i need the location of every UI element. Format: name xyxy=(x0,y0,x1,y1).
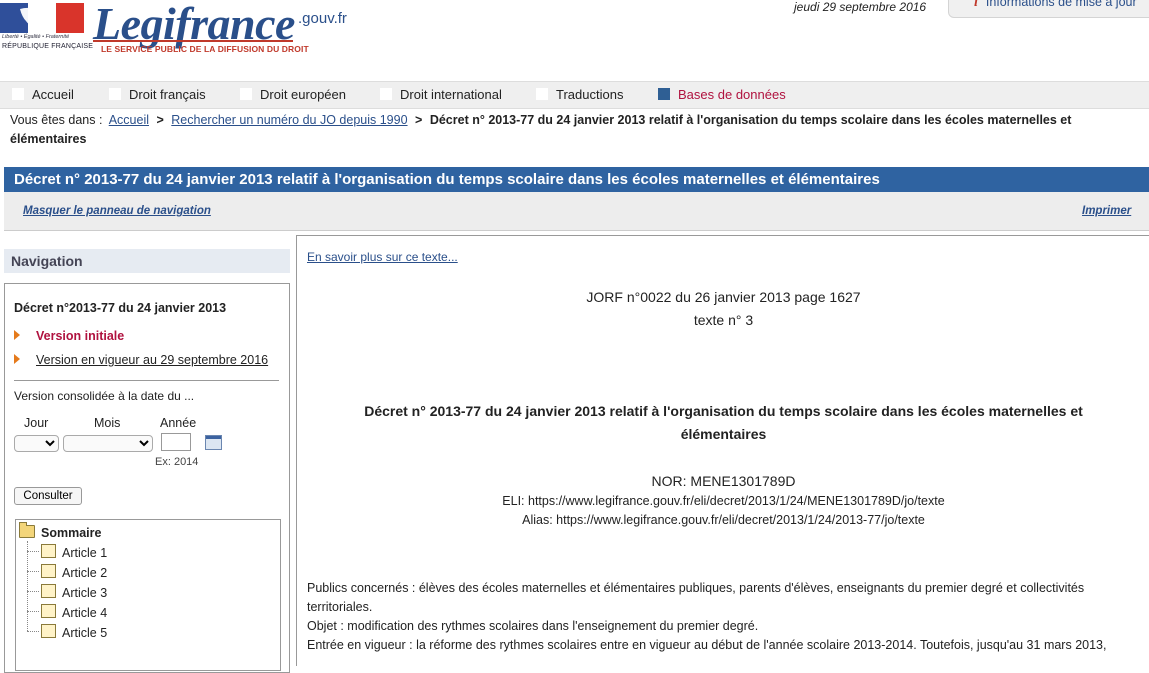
year-label: Année xyxy=(160,416,197,430)
entree-en-vigueur-paragraph: Entrée en vigueur : la réforme des rythm… xyxy=(307,638,1107,652)
year-example: Ex: 2014 xyxy=(155,456,199,468)
calendar-icon[interactable] xyxy=(205,435,222,450)
page-title: Décret n° 2013-77 du 24 janvier 2013 rel… xyxy=(4,167,1149,192)
menu-square-icon xyxy=(12,88,24,100)
update-info-tab[interactable]: i Informations de mise à jour xyxy=(948,0,1149,18)
breadcrumb-separator: > xyxy=(415,113,423,127)
jorf-reference: JORF n°0022 du 26 janvier 2013 page 1627 xyxy=(586,289,861,305)
tree-item-label: Article 2 xyxy=(62,566,108,580)
menu-square-icon xyxy=(109,88,121,100)
tree-item-article-4[interactable]: Article 4 xyxy=(41,604,107,620)
publics-line2: territoriales. xyxy=(307,600,373,614)
menu-item-droit-international[interactable]: Droit international xyxy=(380,82,502,108)
menu-square-icon xyxy=(536,88,548,100)
tree-item-label: Article 5 xyxy=(62,626,108,640)
menu-item-label: Droit français xyxy=(129,87,206,102)
tree-item-label: Article 3 xyxy=(62,586,108,600)
text-content: En savoir plus sur ce texte... JORF n°00… xyxy=(296,235,1149,666)
hide-nav-link[interactable]: Masquer le panneau de navigation xyxy=(23,205,211,217)
nav-heading: Navigation xyxy=(4,249,290,273)
main-menu: Accueil Droit français Droit européen Dr… xyxy=(0,81,1149,109)
logo-motto: Liberté • Égalité • Fraternité xyxy=(2,34,70,40)
menu-item-droit-europeen[interactable]: Droit européen xyxy=(240,82,346,108)
arrow-right-icon xyxy=(14,330,20,340)
month-label: Mois xyxy=(94,416,121,430)
tree-item-article-5[interactable]: Article 5 xyxy=(41,624,107,640)
menu-item-droit-francais[interactable]: Droit français xyxy=(109,82,206,108)
menu-item-accueil[interactable]: Accueil xyxy=(12,82,74,108)
document-icon xyxy=(41,584,56,598)
menu-item-label: Droit européen xyxy=(260,87,346,102)
document-icon xyxy=(41,604,56,618)
tree-line xyxy=(27,591,39,592)
tree-line xyxy=(27,611,39,612)
document-icon xyxy=(41,564,56,578)
nav-doc-title: Décret n°2013-77 du 24 janvier 2013 xyxy=(14,301,227,315)
consolidated-label: Version consolidée à la date du ... xyxy=(14,389,195,403)
site-tagline: LE SERVICE PUBLIC DE LA DIFFUSION DU DRO… xyxy=(101,44,309,54)
breadcrumb-prefix: Vous êtes dans : xyxy=(10,113,103,127)
eli-reference: ELI: https://www.legifrance.gouv.fr/eli/… xyxy=(502,494,945,508)
arrow-right-icon xyxy=(14,354,20,364)
menu-square-icon xyxy=(380,88,392,100)
breadcrumb: Vous êtes dans : Accueil > Rechercher un… xyxy=(10,111,1120,149)
tree-item-article-1[interactable]: Article 1 xyxy=(41,544,107,560)
print-link[interactable]: Imprimer xyxy=(1082,205,1131,217)
folder-icon xyxy=(19,522,35,538)
tree-line xyxy=(27,571,39,572)
tree-line xyxy=(27,541,28,631)
version-en-vigueur-link[interactable]: Version en vigueur au 29 septembre 2016 xyxy=(36,353,268,367)
update-info-label: Informations de mise à jour xyxy=(985,0,1137,9)
document-icon xyxy=(41,544,56,558)
menu-item-label: Droit international xyxy=(400,87,502,102)
breadcrumb-link-search-jo[interactable]: Rechercher un numéro du JO depuis 1990 xyxy=(171,113,407,127)
tree-line xyxy=(27,551,39,552)
menu-item-traductions[interactable]: Traductions xyxy=(536,82,623,108)
breadcrumb-separator: > xyxy=(156,113,164,127)
publics-line1: Publics concernés : élèves des écoles ma… xyxy=(307,581,1085,595)
menu-square-icon xyxy=(658,88,670,100)
tree-root-label: Sommaire xyxy=(41,526,102,540)
info-icon: i xyxy=(974,0,978,10)
document-icon xyxy=(41,624,56,638)
tree-line xyxy=(27,631,39,632)
breadcrumb-link-accueil[interactable]: Accueil xyxy=(109,113,149,127)
site-logo-suffix: .gouv.fr xyxy=(298,10,347,27)
tree-item-article-2[interactable]: Article 2 xyxy=(41,564,107,580)
tree-item-article-3[interactable]: Article 3 xyxy=(41,584,107,600)
menu-item-label: Accueil xyxy=(32,87,74,102)
marianne-logo-icon xyxy=(0,3,84,33)
breadcrumb-current: Décret n° 2013-77 du 24 janvier 2013 rel… xyxy=(10,113,1072,146)
menu-item-label: Traductions xyxy=(556,87,624,102)
menu-item-label: Bases de données xyxy=(678,87,786,102)
tree-item-label: Article 4 xyxy=(62,606,108,620)
alias-reference: Alias: https://www.legifrance.gouv.fr/el… xyxy=(522,513,925,527)
current-date: jeudi 29 septembre 2016 xyxy=(794,0,927,14)
text-toolbar: Masquer le panneau de navigation Imprime… xyxy=(4,192,1149,231)
decree-heading-line1: Décret n° 2013-77 du 24 janvier 2013 rel… xyxy=(364,403,1083,419)
more-info-link[interactable]: En savoir plus sur ce texte... xyxy=(307,250,458,264)
tree-root[interactable]: Sommaire xyxy=(19,522,102,540)
nav-panel: Décret n°2013-77 du 24 janvier 2013 Vers… xyxy=(4,283,290,673)
menu-item-bases-de-donnees[interactable]: Bases de données xyxy=(658,82,786,108)
sommaire-tree: Sommaire Article 1 Article 2 Article 3 A… xyxy=(15,519,281,671)
day-label: Jour xyxy=(24,416,49,430)
logo-underline xyxy=(93,40,293,42)
objet-paragraph: Objet : modification des rythmes scolair… xyxy=(307,619,759,633)
menu-square-icon xyxy=(240,88,252,100)
consulter-button[interactable]: Consulter xyxy=(14,487,82,505)
month-select[interactable] xyxy=(63,435,153,452)
nor-reference: NOR: MENE1301789D xyxy=(651,473,796,489)
year-input[interactable] xyxy=(161,433,191,451)
version-initiale-link[interactable]: Version initiale xyxy=(36,329,124,343)
decree-heading-line2: élémentaires xyxy=(680,426,767,442)
texte-number: texte n° 3 xyxy=(693,312,754,328)
logo-republic: RÉPUBLIQUE FRANÇAISE xyxy=(2,43,94,50)
day-select[interactable] xyxy=(14,435,59,452)
nav-divider xyxy=(14,380,279,381)
tree-item-label: Article 1 xyxy=(62,546,108,560)
